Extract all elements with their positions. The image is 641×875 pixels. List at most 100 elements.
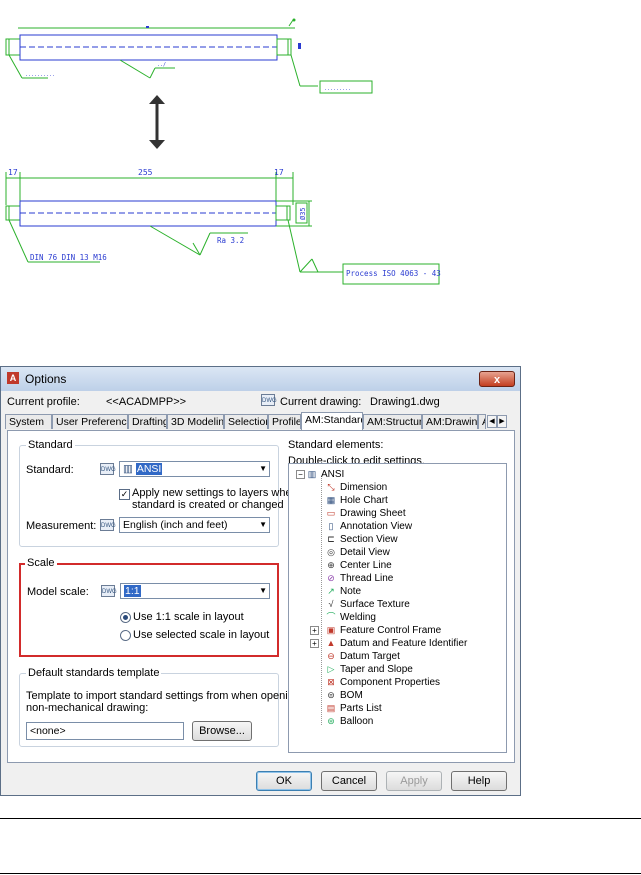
tree-item-drawing-sheet[interactable]: Drawing Sheet <box>340 508 406 520</box>
tab-am-structure[interactable]: AM:Structure <box>363 414 422 429</box>
chevron-down-icon: ▼ <box>259 520 267 529</box>
scale-group-title: Scale <box>25 557 57 569</box>
tab-user-preferences[interactable]: User Preferences <box>52 414 128 429</box>
taper-slope-icon: ▷ <box>327 664 335 674</box>
radio-scale-1-1-label: Use 1:1 scale in layout <box>133 611 244 623</box>
standard-group: Standard Standard: DWG ▥ ANSI ▼ ✓ Apply … <box>19 439 298 547</box>
title-bar[interactable]: A Options x <box>1 367 520 391</box>
page-divider-bottom <box>0 873 641 874</box>
model-scale-combo[interactable]: 1:1 ▼ <box>120 583 270 599</box>
tree-root-ansi[interactable]: ANSI <box>321 469 344 481</box>
dim-diameter: Ø35 <box>299 207 307 220</box>
measurement-label: Measurement: <box>26 520 97 532</box>
tab-am-standards[interactable]: AM:Standards <box>301 412 363 430</box>
tree-item-note[interactable]: Note <box>340 586 361 598</box>
template-description-line2: non-mechanical drawing: <box>26 702 149 714</box>
tree-item-taper-slope[interactable]: Taper and Slope <box>340 664 413 676</box>
model-scale-value: 1:1 <box>124 585 141 597</box>
close-button[interactable]: x <box>479 371 515 387</box>
template-description-line1: Template to import standard settings fro… <box>26 690 310 702</box>
apply-layers-checkbox[interactable]: ✓ <box>119 489 130 500</box>
tab-selection[interactable]: Selection <box>224 414 268 429</box>
component-properties-icon: ⊠ <box>327 677 335 687</box>
tree-item-section-view[interactable]: Section View <box>340 534 398 546</box>
detail-view-icon: ◎ <box>327 547 335 557</box>
current-drawing-value: Drawing1.dwg <box>370 396 440 408</box>
dim-left: 17 <box>8 168 18 177</box>
template-group-title: Default standards template <box>26 667 162 679</box>
standard-label: Standard: <box>26 464 74 476</box>
tree-connector <box>321 478 323 725</box>
tab-3d-modeling[interactable]: 3D Modeling <box>167 414 224 429</box>
tree-expand-icon[interactable]: + <box>310 639 319 648</box>
tab-am-drawing[interactable]: AM:Drawing <box>422 414 478 429</box>
standard-combo[interactable]: ▥ ANSI ▼ <box>119 461 270 477</box>
measurement-dwg-icon: DWG <box>100 519 116 531</box>
apply-button[interactable]: Apply <box>386 771 442 791</box>
tree-item-balloon[interactable]: Balloon <box>340 716 373 728</box>
tree-item-surface-texture[interactable]: Surface Texture <box>340 599 410 611</box>
callout-before-right: ......... <box>324 86 351 92</box>
ok-button[interactable]: OK <box>256 771 312 791</box>
tree-item-welding[interactable]: Welding <box>340 612 376 624</box>
template-field[interactable]: <none> <box>26 722 184 740</box>
browse-button[interactable]: Browse... <box>192 721 252 741</box>
dim-center: 255 <box>138 168 153 177</box>
tree-item-bom[interactable]: BOM <box>340 690 363 702</box>
standard-elements-header: Standard elements: <box>288 439 384 451</box>
current-drawing-label: Current drawing: <box>280 396 362 408</box>
standard-book-icon: ▥ <box>307 469 317 479</box>
center-line-icon: ⊕ <box>327 560 335 570</box>
tree-item-hole-chart[interactable]: Hole Chart <box>340 495 388 507</box>
cancel-button[interactable]: Cancel <box>321 771 377 791</box>
tree-item-center-line[interactable]: Center Line <box>340 560 392 572</box>
tab-profiles[interactable]: Profiles <box>268 414 301 429</box>
welding-icon: ⌒ <box>326 612 336 622</box>
tree-item-parts-list[interactable]: Parts List <box>340 703 382 715</box>
drawing-illustration: .......... ../ ......... 17 255 17 Ø35 D… <box>5 18 441 285</box>
thread-line-icon: ⊘ <box>327 573 335 583</box>
standard-group-title: Standard <box>26 439 75 451</box>
tree-item-thread-line[interactable]: Thread Line <box>340 573 393 585</box>
standard-dwg-icon: DWG <box>100 463 116 475</box>
tab-panel: Standard Standard: DWG ▥ ANSI ▼ ✓ Apply … <box>7 430 515 763</box>
tree-item-component-properties[interactable]: Component Properties <box>340 677 440 689</box>
apply-layers-label: Apply new settings to layers when standa… <box>132 487 298 511</box>
current-profile-label: Current profile: <box>7 396 80 408</box>
apply-layers-label-line1: Apply new settings to layers when <box>132 487 298 499</box>
app-icon: A <box>7 372 19 384</box>
tree-expand-icon[interactable]: + <box>310 626 319 635</box>
options-dialog: A Options x Current profile: <<ACADMPP>>… <box>0 366 521 796</box>
tree-item-datum-target[interactable]: Datum Target <box>340 651 400 663</box>
hole-chart-icon: ▦ <box>326 495 336 505</box>
model-scale-label: Model scale: <box>27 586 89 598</box>
callout-before-surface: ../ <box>157 62 166 68</box>
scale-group: Scale Model scale: DWG 1:1 ▼ Use 1:1 sca… <box>19 557 279 657</box>
model-scale-dwg-icon: DWG <box>101 585 117 597</box>
balloon-icon: ⊛ <box>327 716 335 726</box>
help-button[interactable]: Help <box>451 771 507 791</box>
tree-item-detail-view[interactable]: Detail View <box>340 547 390 559</box>
standard-elements-tree[interactable]: − ▥ ANSI ⤡ Dimension ▦ Hole Chart ▭ Draw… <box>288 463 507 753</box>
tree-item-datum-feature-identifier[interactable]: Datum and Feature Identifier <box>340 638 467 650</box>
tree-collapse-icon[interactable]: − <box>296 470 305 479</box>
tree-item-annotation-view[interactable]: Annotation View <box>340 521 412 533</box>
dimension-icon: ⤡ <box>327 482 335 492</box>
measurement-combo[interactable]: English (inch and feet) ▼ <box>119 517 270 533</box>
tab-scroll-right-icon[interactable]: ▶ <box>497 415 507 428</box>
radio-scale-1-1[interactable] <box>120 612 131 623</box>
surface-texture-icon: √ <box>328 599 334 609</box>
tab-system[interactable]: System <box>5 414 52 429</box>
callout-surface: Ra 3.2 <box>217 236 244 245</box>
tab-scroll-left-icon[interactable]: ◀ <box>487 415 497 428</box>
datum-identifier-icon: ▲ <box>326 638 336 648</box>
radio-selected-scale[interactable] <box>120 630 131 641</box>
standard-book-icon: ▥ <box>123 463 133 475</box>
bom-icon: ⊜ <box>327 690 335 700</box>
tree-item-feature-control-frame[interactable]: Feature Control Frame <box>340 625 441 637</box>
note-icon: ↗ <box>327 586 335 596</box>
parts-list-icon: ▤ <box>326 703 336 713</box>
tree-item-dimension[interactable]: Dimension <box>340 482 387 494</box>
tab-truncated[interactable]: A <box>478 414 486 429</box>
tab-drafting[interactable]: Drafting <box>128 414 167 429</box>
